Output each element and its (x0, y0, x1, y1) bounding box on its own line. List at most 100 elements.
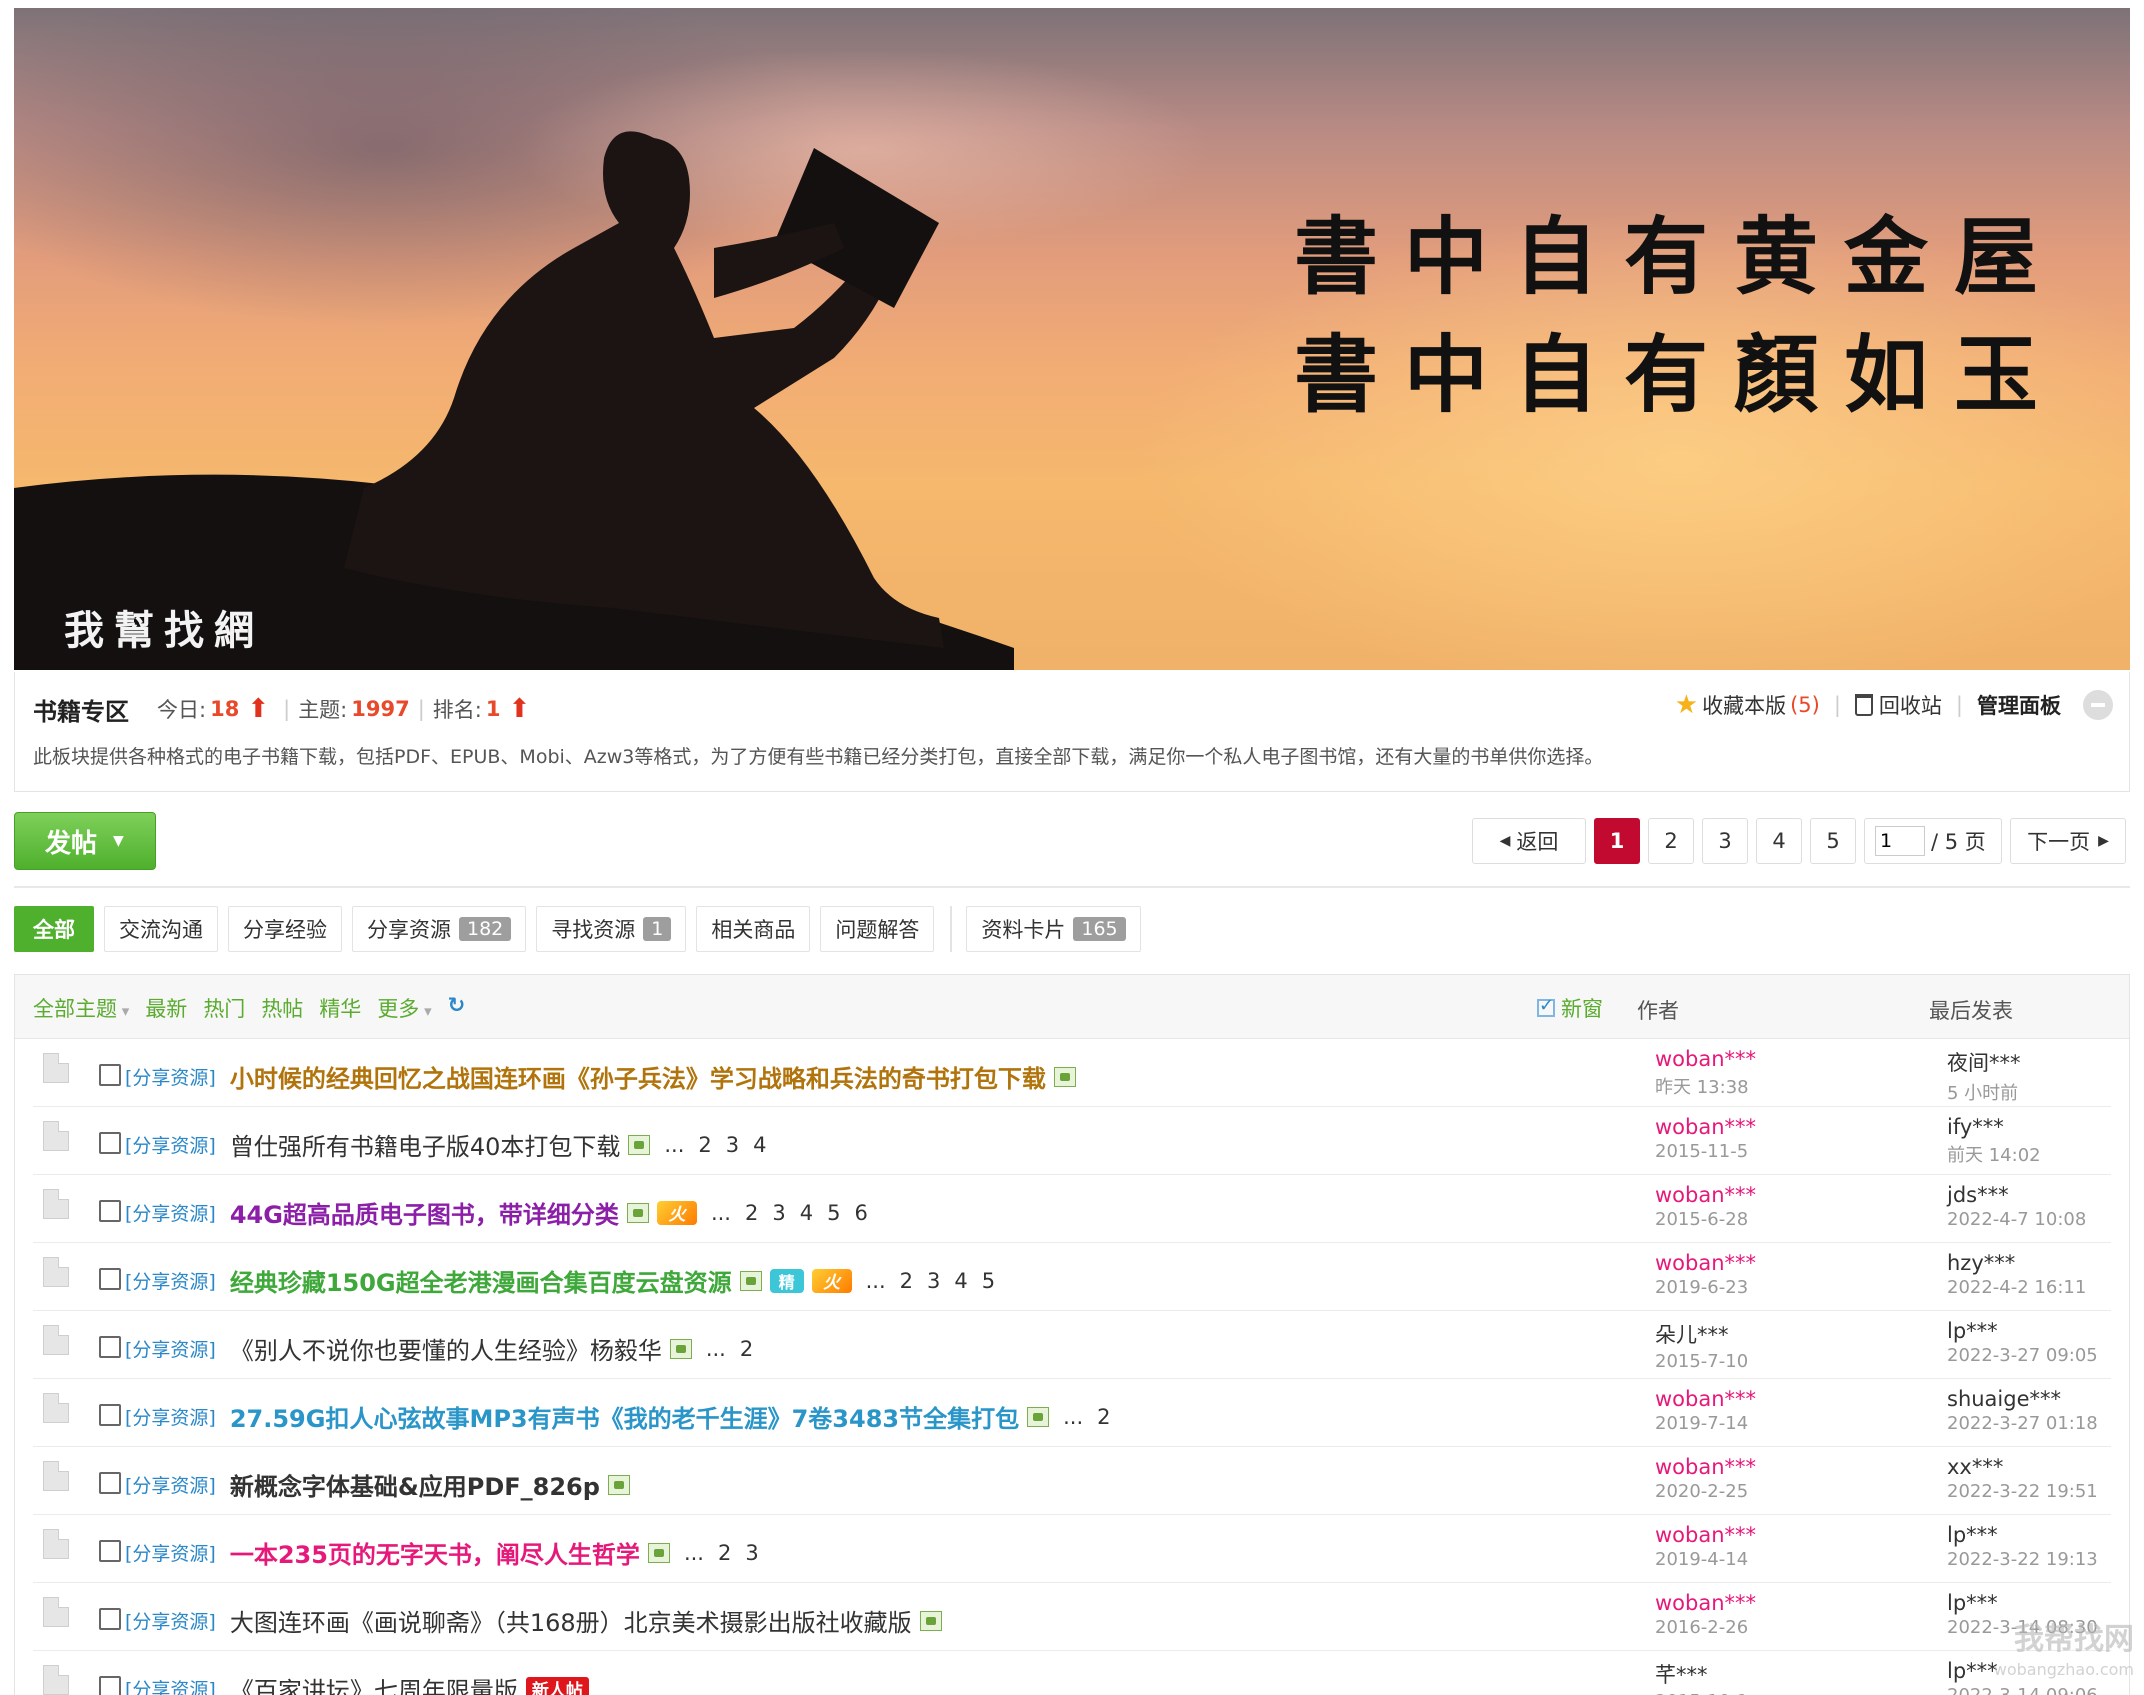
thread-select-checkbox[interactable] (99, 1472, 121, 1494)
thread-page-link[interactable]: 3 (745, 1541, 758, 1565)
refresh-icon[interactable]: ↻ (448, 993, 466, 1023)
table-row[interactable]: [分享资源] 一本235页的无字天书，阐尽人生哲学... 2 3 woban*** 201… (33, 1515, 2111, 1583)
thread-category-link[interactable]: [分享资源] (125, 1335, 216, 1362)
table-row[interactable]: [分享资源] 《别人不说你也要懂的人生经验》杨毅华... 2 朵儿*** 2015-7-… (33, 1311, 2111, 1379)
tab-info-cards[interactable]: 资料卡片 165 (966, 906, 1141, 952)
thread-page-link[interactable]: ... (664, 1133, 684, 1157)
thread-page-link[interactable]: 2 (740, 1337, 753, 1361)
thread-select-checkbox[interactable] (99, 1132, 121, 1154)
thread-category-link[interactable]: [分享资源] (125, 1471, 216, 1498)
thread-category-link[interactable]: [分享资源] (125, 1063, 216, 1090)
thread-category-link[interactable]: [分享资源] (125, 1403, 216, 1430)
last-poster-link[interactable]: hzy*** (1947, 1251, 2086, 1275)
table-row[interactable]: [分享资源] 新概念字体基础&应用PDF_826p woban*** 2020-2-2… (33, 1447, 2111, 1515)
page-jump-input[interactable] (1875, 826, 1925, 856)
thread-category-link[interactable]: [分享资源] (125, 1607, 216, 1634)
thread-page-link[interactable]: 2 (1097, 1405, 1110, 1429)
collapse-icon[interactable] (2083, 690, 2113, 720)
thread-page-link[interactable]: 6 (854, 1201, 867, 1225)
author-link[interactable]: woban*** (1655, 1183, 1756, 1207)
thread-select-checkbox[interactable] (99, 1676, 121, 1695)
thread-page-link[interactable]: ... (684, 1541, 704, 1565)
last-poster-link[interactable]: jds*** (1947, 1183, 2086, 1207)
thread-page-link[interactable]: 4 (800, 1201, 813, 1225)
thread-select-checkbox[interactable] (99, 1200, 121, 1222)
thread-title-link[interactable]: 27.59G扣人心弦故事MP3有声书《我的老千生涯》7卷3483节全集打包 (230, 1399, 1019, 1434)
tab-discussion[interactable]: 交流沟通 (104, 906, 218, 952)
hot-posts-filter[interactable]: 热帖 (261, 993, 303, 1023)
more-filter[interactable]: 更多 (377, 993, 431, 1023)
last-poster-link[interactable]: xx*** (1947, 1455, 2098, 1479)
thread-page-link[interactable]: 4 (753, 1133, 766, 1157)
next-page-button[interactable]: 下一页 ▶ (2010, 818, 2126, 864)
table-row[interactable]: [分享资源] 27.59G扣人心弦故事MP3有声书《我的老千生涯》7卷3483节全… (33, 1379, 2111, 1447)
thread-page-link[interactable]: ... (1063, 1405, 1083, 1429)
recycle-bin-link[interactable]: 回收站 (1879, 690, 1942, 720)
new-post-button[interactable]: 发帖 ▼ (14, 812, 156, 870)
thread-category-link[interactable]: [分享资源] (125, 1199, 216, 1226)
author-link[interactable]: 朵儿*** (1655, 1319, 1748, 1349)
thread-title-link[interactable]: 《百家讲坛》七周年限量版 (230, 1671, 518, 1695)
page-link[interactable]: 4 (1756, 818, 1802, 864)
author-link[interactable]: woban*** (1655, 1591, 1756, 1615)
author-link[interactable]: woban*** (1655, 1455, 1756, 1479)
tab-share-resources[interactable]: 分享资源 182 (352, 906, 527, 952)
digest-filter[interactable]: 精华 (319, 993, 361, 1023)
table-row[interactable]: [分享资源] 44G超高品质电子图书，带详细分类 火... 2 3 4 5 6 woban***… (33, 1175, 2111, 1243)
tab-all[interactable]: 全部 (14, 906, 94, 952)
thread-page-link[interactable]: 3 (726, 1133, 739, 1157)
thread-title-link[interactable]: 44G超高品质电子图书，带详细分类 (230, 1195, 619, 1230)
thread-page-link[interactable]: ... (866, 1269, 886, 1293)
thread-page-link[interactable]: 3 (772, 1201, 785, 1225)
thread-select-checkbox[interactable] (99, 1404, 121, 1426)
author-link[interactable]: woban*** (1655, 1387, 1756, 1411)
favorite-button[interactable]: 收藏本版 (1702, 690, 1786, 720)
thread-page-link[interactable]: 3 (927, 1269, 940, 1293)
table-row[interactable]: [分享资源] 大图连环画《画说聊斋》（共168册）北京美术摄影出版社收藏版 woba… (33, 1583, 2111, 1651)
last-post-time[interactable]: 5 小时前 (1947, 1079, 2021, 1105)
thread-select-checkbox[interactable] (99, 1608, 121, 1630)
thread-page-link[interactable]: ... (711, 1201, 731, 1225)
thread-category-link[interactable]: [分享资源] (125, 1539, 216, 1566)
page-link[interactable]: 3 (1702, 818, 1748, 864)
last-post-time[interactable]: 2022-3-27 09:05 (1947, 1345, 2098, 1366)
thread-title-link[interactable]: 曾仕强所有书籍电子版40本打包下载 (230, 1127, 621, 1162)
tab-find-resources[interactable]: 寻找资源 1 (536, 906, 687, 952)
tab-qa[interactable]: 问题解答 (820, 906, 935, 952)
thread-select-checkbox[interactable] (99, 1540, 121, 1562)
last-post-time[interactable]: 2022-4-2 16:11 (1947, 1277, 2086, 1298)
admin-panel-link[interactable]: 管理面板 (1977, 690, 2061, 720)
table-row[interactable]: [分享资源] 曾仕强所有书籍电子版40本打包下载... 2 3 4 woban*** 201… (33, 1107, 2111, 1175)
back-button[interactable]: ◀ 返回 (1472, 818, 1586, 864)
page-link[interactable]: 1 (1594, 818, 1640, 864)
thread-page-link[interactable]: 5 (982, 1269, 995, 1293)
last-poster-link[interactable]: shuaige*** (1947, 1387, 2098, 1411)
tab-experience[interactable]: 分享经验 (228, 906, 342, 952)
thread-page-link[interactable]: 5 (827, 1201, 840, 1225)
thread-category-link[interactable]: [分享资源] (125, 1675, 216, 1695)
author-link[interactable]: woban*** (1655, 1115, 1756, 1139)
table-row[interactable]: [分享资源] 小时候的经典回忆之战国连环画《孙子兵法》学习战略和兵法的奇书打包下载… (33, 1039, 2111, 1107)
thread-page-link[interactable]: 4 (954, 1269, 967, 1293)
last-poster-link[interactable]: lp*** (1947, 1319, 2098, 1343)
last-post-time[interactable]: 2022-3-14 09:06 (1947, 1685, 2098, 1695)
author-link[interactable]: 芊*** (1655, 1659, 1748, 1689)
thread-category-link[interactable]: [分享资源] (125, 1267, 216, 1294)
latest-filter[interactable]: 最新 (145, 993, 187, 1023)
last-poster-link[interactable]: lp*** (1947, 1523, 2098, 1547)
all-threads-filter[interactable]: 全部主题 (33, 993, 129, 1023)
last-post-time[interactable]: 前天 14:02 (1947, 1141, 2041, 1167)
author-link[interactable]: woban*** (1655, 1523, 1756, 1547)
tab-products[interactable]: 相关商品 (696, 906, 811, 952)
thread-title-link[interactable]: 《别人不说你也要懂的人生经验》杨毅华 (230, 1331, 662, 1366)
hot-filter[interactable]: 热门 (203, 993, 245, 1023)
thread-select-checkbox[interactable] (99, 1064, 121, 1086)
last-post-time[interactable]: 2022-3-27 01:18 (1947, 1413, 2098, 1434)
thread-title-link[interactable]: 经典珍藏150G超全老港漫画合集百度云盘资源 (230, 1263, 732, 1298)
last-poster-link[interactable]: lp*** (1947, 1591, 2098, 1615)
thread-title-link[interactable]: 大图连环画《画说聊斋》（共168册）北京美术摄影出版社收藏版 (230, 1603, 912, 1638)
page-link[interactable]: 2 (1648, 818, 1694, 864)
thread-title-link[interactable]: 小时候的经典回忆之战国连环画《孙子兵法》学习战略和兵法的奇书打包下载 (230, 1059, 1046, 1094)
author-link[interactable]: woban*** (1655, 1251, 1756, 1275)
last-post-time[interactable]: 2022-3-22 19:13 (1947, 1549, 2098, 1570)
